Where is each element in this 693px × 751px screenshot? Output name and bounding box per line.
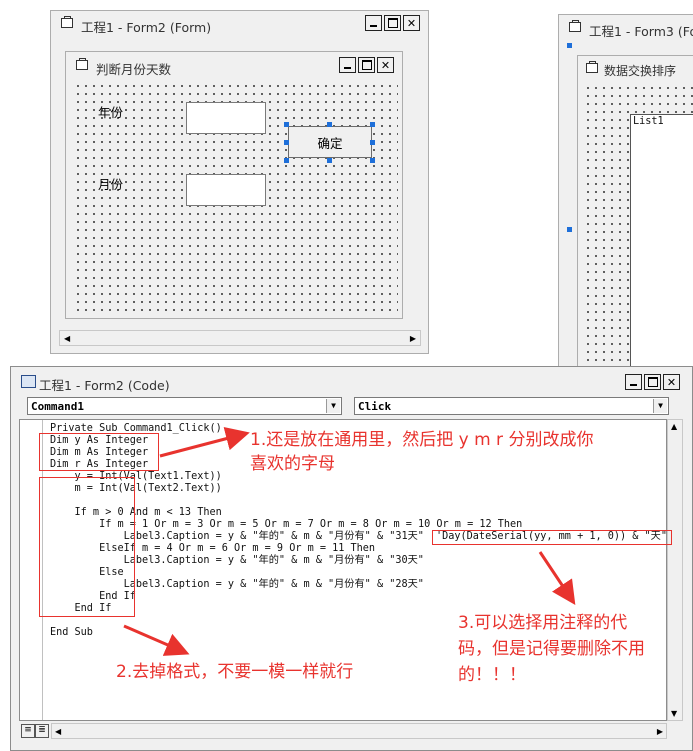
arrow-2 xyxy=(123,624,190,656)
arrow-3 xyxy=(538,551,576,605)
annotation-arrows xyxy=(123,426,576,656)
arrow-1 xyxy=(159,426,250,458)
